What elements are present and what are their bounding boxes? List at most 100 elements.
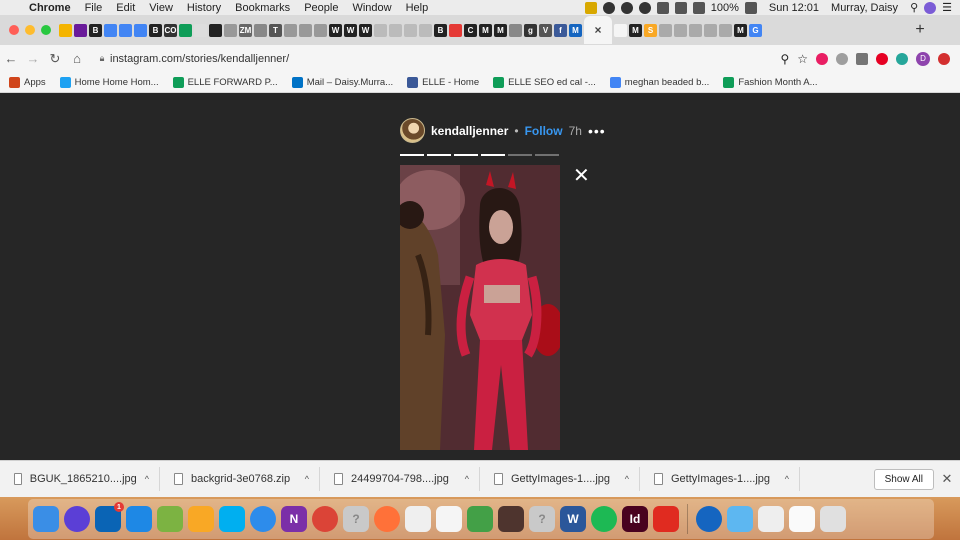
battery-icon[interactable] xyxy=(744,1,757,14)
word-icon[interactable]: W xyxy=(560,506,586,532)
minimize-window-button[interactable] xyxy=(25,25,35,35)
users-app-icon[interactable] xyxy=(498,506,524,532)
document-stack-icon[interactable] xyxy=(758,506,784,532)
creative-cloud-icon[interactable] xyxy=(638,1,651,14)
user-name[interactable]: Murray, Daisy xyxy=(831,2,898,14)
tab-favicon[interactable]: S xyxy=(644,23,657,37)
finder-icon[interactable] xyxy=(33,506,59,532)
tab-favicon[interactable]: CO xyxy=(164,23,177,37)
bookmark-item[interactable]: Home Home Hom... xyxy=(59,76,159,88)
menu-history[interactable]: History xyxy=(180,2,228,14)
tab-favicon[interactable] xyxy=(509,23,522,37)
notification-center-icon[interactable]: ☰ xyxy=(942,1,952,14)
extension-cart-icon[interactable] xyxy=(856,52,868,65)
home-icon[interactable]: ⌂ xyxy=(66,51,88,66)
cube-app-icon[interactable] xyxy=(157,506,183,532)
outlook-icon[interactable]: 1 xyxy=(95,502,124,532)
tab-favicon[interactable]: M xyxy=(734,23,747,37)
close-window-button[interactable] xyxy=(9,25,19,35)
menu-people[interactable]: People xyxy=(297,2,345,14)
onedrive-icon[interactable] xyxy=(126,506,152,532)
story-username[interactable]: kendalljenner xyxy=(431,124,508,138)
chevron-up-icon[interactable]: ^ xyxy=(625,474,629,484)
chrome-icon[interactable] xyxy=(312,506,338,532)
tab-favicon[interactable]: B xyxy=(89,23,102,37)
lock-icon[interactable]: 🔒︎ xyxy=(94,53,110,64)
bookmark-star-icon[interactable]: ☆ xyxy=(797,52,808,66)
menu-window[interactable]: Window xyxy=(345,2,398,14)
chevron-up-icon[interactable]: ^ xyxy=(465,474,469,484)
tab-favicon[interactable] xyxy=(284,23,297,37)
pen-app-icon[interactable] xyxy=(467,506,493,532)
bookmark-item[interactable]: meghan beaded b... xyxy=(609,76,709,88)
indesign-icon[interactable]: Id xyxy=(622,506,648,532)
chevron-up-icon[interactable]: ^ xyxy=(145,474,149,484)
zoom-window-button[interactable] xyxy=(41,25,51,35)
tab-favicon[interactable] xyxy=(209,23,222,37)
horse-app-icon[interactable] xyxy=(405,506,431,532)
tab-favicon[interactable] xyxy=(404,23,417,37)
skype-icon[interactable] xyxy=(219,506,245,532)
folder-icon[interactable] xyxy=(727,506,753,532)
onenote-icon[interactable]: N xyxy=(281,506,307,532)
menu-file[interactable]: File xyxy=(78,2,110,14)
url-text[interactable]: instagram.com/stories/kendalljenner/ xyxy=(110,53,289,65)
spotify-icon[interactable] xyxy=(591,506,617,532)
tab-favicon[interactable] xyxy=(74,23,87,37)
safari-icon[interactable] xyxy=(250,506,276,532)
tab-favicon[interactable] xyxy=(614,23,627,37)
tab-favicon[interactable] xyxy=(374,23,387,37)
menu-help[interactable]: Help xyxy=(399,2,436,14)
tab-favicon[interactable]: G xyxy=(749,23,762,37)
tab-favicon[interactable] xyxy=(389,23,402,37)
zoom-icon[interactable]: ⚲ xyxy=(780,52,789,66)
tab-favicon[interactable]: f xyxy=(554,23,567,37)
tab-favicon[interactable] xyxy=(674,23,687,37)
tab-favicon[interactable]: W xyxy=(359,23,372,37)
extension-icon[interactable] xyxy=(836,52,848,65)
tab-favicon[interactable]: W xyxy=(329,23,342,37)
tab-favicon[interactable]: B xyxy=(434,23,447,37)
tab-favicon[interactable] xyxy=(134,23,147,37)
download-item[interactable]: GettyImages-1....jpg ^ xyxy=(480,467,640,491)
status-app-icon-2[interactable] xyxy=(620,1,633,14)
reload-icon[interactable]: ↻ xyxy=(44,51,66,67)
unknown-app-2-icon[interactable]: ? xyxy=(529,506,555,532)
tab-favicon[interactable]: C xyxy=(464,23,477,37)
tab-favicon[interactable]: M xyxy=(629,23,642,37)
tab-favicon[interactable] xyxy=(659,23,672,37)
tab-favicon[interactable]: M xyxy=(569,23,582,37)
close-shelf-button[interactable]: ✕ xyxy=(934,471,960,487)
tab-favicon[interactable] xyxy=(254,23,267,37)
chevron-up-icon[interactable]: ^ xyxy=(785,474,789,484)
battery-percent[interactable]: 100% xyxy=(711,2,739,14)
airplay-icon[interactable] xyxy=(674,1,687,14)
extension-teal-icon[interactable] xyxy=(896,52,908,65)
new-tab-button[interactable]: + xyxy=(910,21,930,39)
menu-bookmarks[interactable]: Bookmarks xyxy=(228,2,297,14)
tab-favicon[interactable] xyxy=(119,23,132,37)
extension-pinterest-heart-icon[interactable] xyxy=(816,52,828,65)
notes-app-icon[interactable] xyxy=(436,506,462,532)
download-item[interactable]: 24499704-798....jpg ^ xyxy=(320,467,480,491)
charts-app-icon[interactable] xyxy=(188,506,214,532)
siri-icon[interactable] xyxy=(64,506,90,532)
tab-favicon[interactable]: T xyxy=(269,23,282,37)
bookmark-item[interactable]: ELLE FORWARD P... xyxy=(172,76,278,88)
tab-favicon[interactable] xyxy=(179,23,192,37)
show-all-button[interactable]: Show All xyxy=(873,468,934,490)
norton-icon[interactable] xyxy=(584,1,597,14)
extension-lastpass-icon[interactable] xyxy=(938,52,950,65)
forward-icon[interactable]: → xyxy=(22,51,44,66)
close-story-button[interactable]: ✕ xyxy=(573,166,590,186)
bluetooth-icon[interactable] xyxy=(656,1,669,14)
tab-favicon[interactable] xyxy=(419,23,432,37)
tab-favicon[interactable] xyxy=(449,23,462,37)
bookmark-item[interactable]: Apps xyxy=(9,76,46,88)
trash-icon[interactable] xyxy=(820,506,846,532)
tab-favicon[interactable] xyxy=(689,23,702,37)
globe-app-icon[interactable] xyxy=(696,506,722,532)
firefox-icon[interactable] xyxy=(374,506,400,532)
chevron-up-icon[interactable]: ^ xyxy=(305,474,309,484)
menu-view[interactable]: View xyxy=(142,2,180,14)
